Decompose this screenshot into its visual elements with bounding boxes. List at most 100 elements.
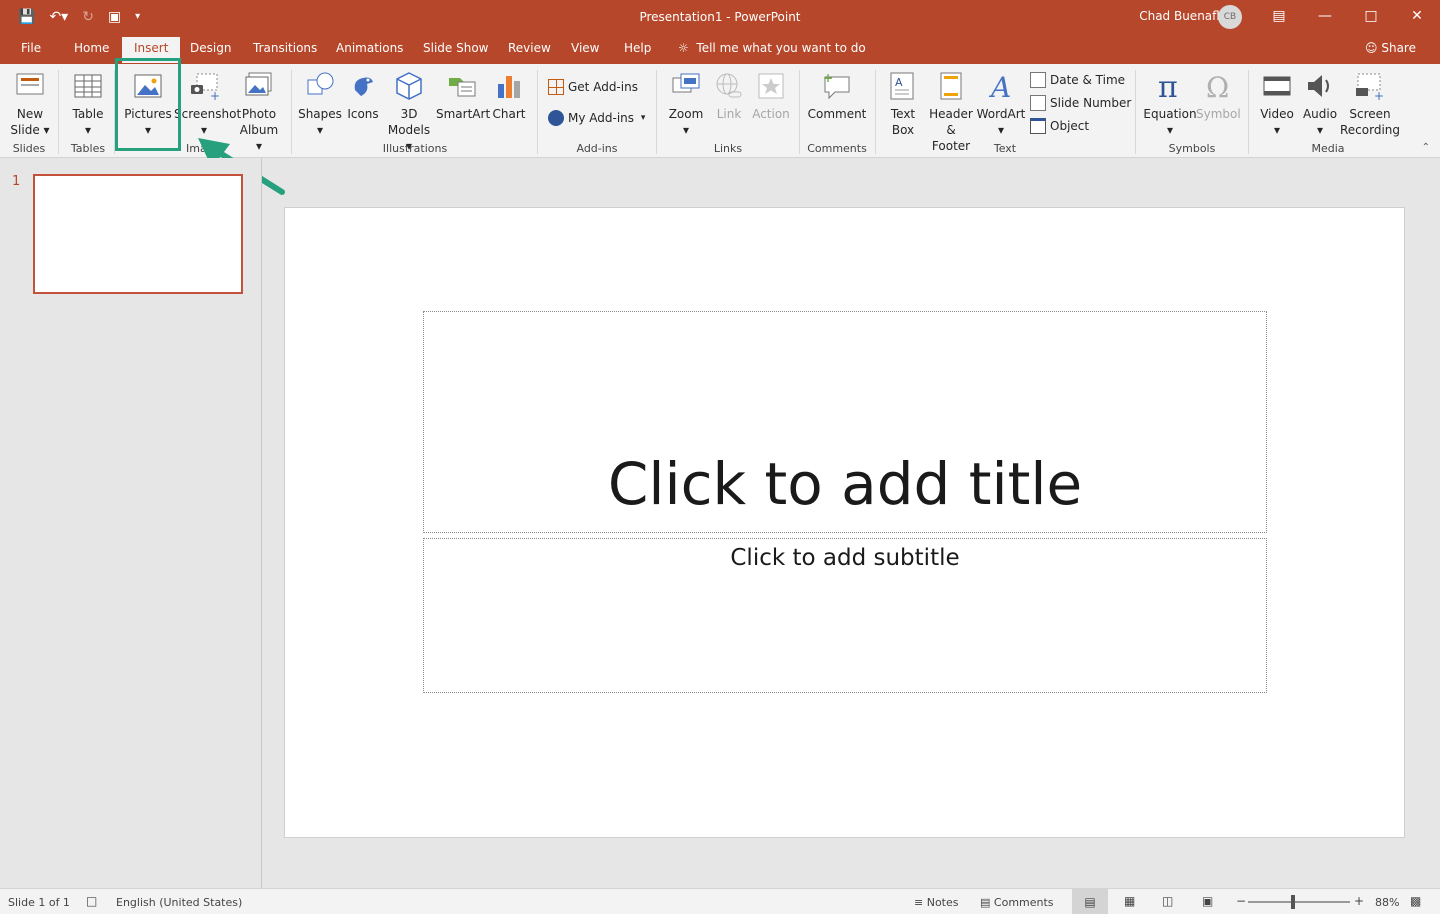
header-footer-button[interactable]: Header & Footer: [926, 70, 976, 154]
cube-icon: [396, 72, 422, 100]
svg-text:π: π: [1158, 70, 1178, 102]
tab-file[interactable]: File: [21, 41, 41, 55]
notes-label: Notes: [926, 896, 959, 909]
equation-button[interactable]: π Equation ▾: [1142, 70, 1198, 138]
text-box-label-2: Box: [891, 123, 915, 137]
3d-models-label-2: Models: [387, 123, 431, 137]
slide-sorter-button[interactable]: ▦: [1124, 894, 1135, 908]
collapse-ribbon-icon[interactable]: ⌃: [1422, 142, 1430, 153]
photo-album-label-1: Photo: [241, 107, 277, 121]
notes-button[interactable]: ≡ Notes: [914, 896, 959, 909]
window-controls: ▤ — □ ✕: [1256, 0, 1440, 34]
text-box-button[interactable]: A Text Box: [882, 70, 924, 138]
tab-review[interactable]: Review: [508, 41, 551, 55]
chart-button[interactable]: Chart: [490, 70, 528, 122]
fit-to-window-button[interactable]: ▩: [1410, 894, 1421, 908]
zoom-button[interactable]: Zoom ▾: [664, 70, 708, 138]
link-button[interactable]: Link: [710, 70, 748, 122]
icons-button[interactable]: Icons: [344, 70, 382, 122]
object-button[interactable]: Object: [1030, 118, 1089, 134]
tab-animations[interactable]: Animations: [336, 41, 403, 55]
date-time-button[interactable]: Date & Time: [1030, 72, 1125, 88]
title-placeholder[interactable]: Click to add title: [423, 311, 1267, 533]
video-button[interactable]: Video ▾: [1256, 70, 1298, 138]
link-icon: [716, 73, 742, 98]
zoom-slider-thumb[interactable]: [1291, 895, 1295, 909]
my-addins-label: My Add-ins: [568, 111, 635, 125]
comments-label: Comments: [993, 896, 1054, 909]
store-icon: [548, 79, 564, 95]
comments-button[interactable]: ▤ Comments: [980, 896, 1054, 909]
minimize-button[interactable]: —: [1302, 0, 1348, 34]
action-button[interactable]: Action: [750, 70, 792, 122]
ribbon-tabs: File Home Insert Design Transitions Anim…: [0, 34, 1440, 64]
tab-home[interactable]: Home: [74, 41, 109, 55]
close-button[interactable]: ✕: [1394, 0, 1440, 34]
comment-button[interactable]: + Comment: [806, 70, 868, 122]
equation-label: Equation: [1143, 107, 1197, 121]
table-button[interactable]: Table ▾: [68, 70, 108, 138]
object-icon: [1030, 118, 1046, 134]
tab-transitions[interactable]: Transitions: [253, 41, 317, 55]
svg-text:+: +: [210, 89, 220, 102]
slide-show-button[interactable]: ▣: [1202, 894, 1213, 908]
tab-slide-show[interactable]: Slide Show: [423, 41, 488, 55]
photo-album-icon: [245, 72, 272, 96]
smartart-icon: [449, 78, 476, 97]
svg-text:+: +: [1374, 89, 1384, 102]
share-button[interactable]: ☺ Share: [1365, 41, 1416, 55]
tab-design[interactable]: Design: [190, 41, 231, 55]
new-slide-button[interactable]: New Slide ▾: [10, 70, 50, 138]
group-label-media: Media: [1311, 142, 1345, 155]
tab-view[interactable]: View: [571, 41, 599, 55]
maximize-button[interactable]: □: [1348, 0, 1394, 34]
get-addins-button[interactable]: Get Add-ins: [548, 79, 638, 95]
smartart-button[interactable]: SmartArt: [436, 70, 490, 122]
new-slide-icon: [16, 73, 44, 95]
reading-view-button[interactable]: ◫: [1162, 894, 1173, 908]
lightbulb-icon: ☼: [678, 41, 689, 55]
normal-view-button[interactable]: ▤: [1072, 889, 1108, 914]
table-icon: [74, 74, 102, 98]
comment-label: Comment: [807, 107, 867, 121]
zoom-in-button[interactable]: +: [1354, 894, 1364, 908]
slide-number-button[interactable]: Slide Number: [1030, 95, 1131, 111]
film-icon: [1263, 76, 1291, 96]
svg-text:Ω: Ω: [1206, 71, 1229, 102]
shapes-button[interactable]: Shapes ▾: [298, 70, 342, 138]
accessibility-icon[interactable]: □: [86, 894, 97, 908]
link-label: Link: [716, 107, 742, 121]
slide-thumbnail[interactable]: [33, 174, 243, 294]
group-separator: [1135, 70, 1136, 154]
group-label-symbols: Symbols: [1168, 142, 1216, 155]
text-box-label-1: Text: [890, 107, 916, 121]
slide-canvas[interactable]: Click to add title Click to add subtitle: [284, 207, 1405, 838]
symbol-button[interactable]: Ω Symbol: [1196, 70, 1241, 122]
screen-recording-button[interactable]: + Screen Recording: [1340, 70, 1400, 138]
chart-label: Chart: [492, 107, 526, 121]
slide-number-icon: [1030, 95, 1046, 111]
share-label: Share: [1381, 41, 1416, 55]
zoom-icon: [672, 73, 700, 93]
tell-me-search[interactable]: ☼ Tell me what you want to do: [678, 41, 866, 55]
new-slide-label-1: New: [16, 107, 44, 121]
language-indicator[interactable]: English (United States): [116, 896, 242, 909]
zoom-out-button[interactable]: −: [1236, 894, 1246, 908]
my-addins-button[interactable]: My Add-ins ▾: [548, 110, 645, 126]
icons-label: Icons: [347, 107, 379, 121]
ribbon-display-options-icon[interactable]: ▤: [1256, 0, 1302, 34]
notes-icon: ≡: [914, 896, 924, 909]
tab-help[interactable]: Help: [624, 41, 651, 55]
zoom-level[interactable]: 88%: [1375, 896, 1399, 909]
audio-label: Audio: [1302, 107, 1338, 121]
group-separator: [875, 70, 876, 154]
shapes-icon: [307, 72, 334, 95]
slide-number-label: Slide Number: [1050, 96, 1132, 110]
screenshot-button[interactable]: + Screenshot ▾: [174, 70, 241, 138]
new-slide-label-2: Slide: [10, 123, 40, 137]
wordart-button[interactable]: A WordArt ▾: [976, 70, 1026, 138]
zoom-slider[interactable]: [1248, 901, 1350, 903]
subtitle-placeholder[interactable]: Click to add subtitle: [423, 538, 1267, 693]
audio-button[interactable]: Audio ▾: [1300, 70, 1340, 138]
avatar[interactable]: CB: [1218, 5, 1242, 29]
